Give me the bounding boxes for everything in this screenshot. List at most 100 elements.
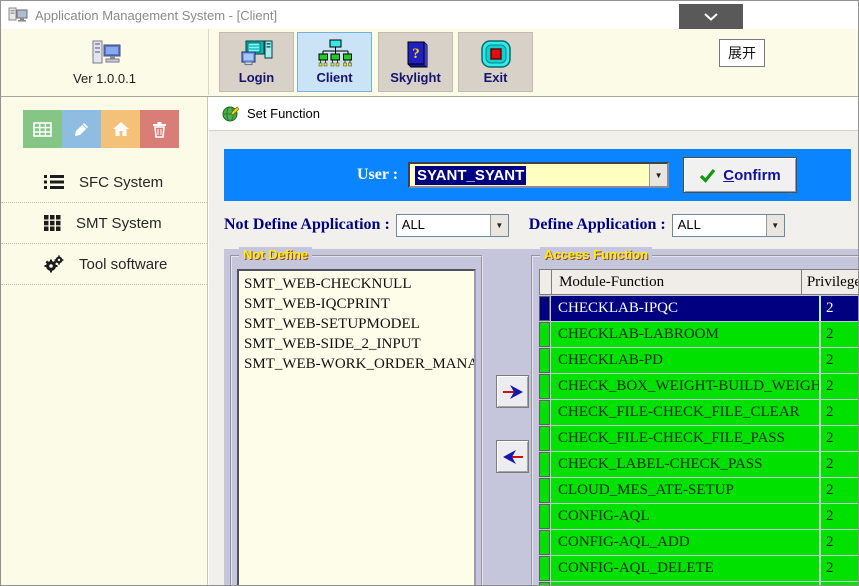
trash-icon xyxy=(152,121,167,138)
not-define-list-item[interactable]: SMT_WEB-IQCPRINT xyxy=(244,294,474,314)
table-row[interactable]: CHECK_FILE-CHECK_FILE_CLEAR 2 xyxy=(539,400,859,425)
row-selector-cell[interactable] xyxy=(539,478,550,503)
collapse-chevron-button[interactable] xyxy=(679,4,743,29)
privilege-cell[interactable]: 2 xyxy=(821,322,859,347)
define-application-combobox[interactable]: ALL ▼ xyxy=(672,214,785,237)
row-selector-cell[interactable] xyxy=(539,426,550,451)
access-function-grid: Module-Function Privilege CHECKLAB-IPQC … xyxy=(539,269,859,586)
sidebar-item-smt-system[interactable]: SMT System xyxy=(1,203,207,244)
table-row[interactable]: CONFIG-AQL 2 xyxy=(539,504,859,529)
gears-icon xyxy=(44,255,64,273)
not-define-listbox[interactable]: SMT_WEB-CHECKNULL SMT_WEB-IQCPRINT SMT_W… xyxy=(237,269,476,586)
home-action-button[interactable] xyxy=(101,110,140,148)
privilege-cell[interactable]: 2 xyxy=(821,556,859,581)
toolbar-button-label: Exit xyxy=(484,70,508,85)
row-selector-cell[interactable] xyxy=(539,400,550,425)
table-row[interactable]: CLOUD_MES_ATE-SETUP 2 xyxy=(539,478,859,503)
user-combobox[interactable]: SYANT_SYANT ▼ xyxy=(408,162,669,188)
panel-header: Set Function xyxy=(209,97,858,131)
define-application-label: Define Application : xyxy=(529,216,666,234)
privilege-cell[interactable]: 2 xyxy=(821,426,859,451)
privilege-cell[interactable]: 2 xyxy=(821,374,859,399)
module-function-cell[interactable]: CONFIG-AQL xyxy=(551,504,821,529)
module-function-cell[interactable]: CHECKLAB-PD xyxy=(551,348,821,373)
module-function-cell[interactable]: CHECK_BOX_WEIGHT-BUILD_WEIGHT xyxy=(551,374,821,399)
grid-icon xyxy=(33,122,52,137)
toolbar-button-label: Login xyxy=(239,70,274,85)
dropdown-arrow-icon: ▼ xyxy=(655,171,663,180)
not-define-dropdown-button[interactable]: ▼ xyxy=(490,215,508,236)
module-function-cell[interactable]: CLOUD_MES_ATE-SETUP xyxy=(551,478,821,503)
module-function-cell[interactable]: CHECKLAB-LABROOM xyxy=(551,322,821,347)
row-selector-cell[interactable] xyxy=(539,348,550,373)
access-function-groupbox: Access Function Module-Function Privileg… xyxy=(531,255,859,586)
set-function-icon xyxy=(222,105,239,122)
table-row[interactable]: CONFIG-AQL_ADD 2 xyxy=(539,530,859,555)
sidebar-item-tool-software[interactable]: Tool software xyxy=(1,244,207,285)
row-selector-cell[interactable] xyxy=(539,504,550,529)
module-function-column-header[interactable]: Module-Function xyxy=(552,270,802,294)
expand-button[interactable]: 展开 xyxy=(719,39,765,67)
table-row[interactable]: CHECK_LABEL-CHECK_PASS 2 xyxy=(539,452,859,477)
define-application-value: ALL xyxy=(673,215,766,236)
row-selector-cell[interactable] xyxy=(539,296,550,321)
sidebar-item-label: SFC System xyxy=(79,174,163,191)
row-selector-cell[interactable] xyxy=(539,582,550,586)
main-panel: Set Function User : SYANT_SYANT ▼ Confir… xyxy=(209,97,858,585)
table-row[interactable]: CHECKLAB-PD 2 xyxy=(539,348,859,373)
access-function-group-title: Access Function xyxy=(540,247,652,262)
table-row[interactable]: CHECKLAB-IPQC 2 xyxy=(539,296,859,321)
table-row[interactable]: CHECK_BOX_WEIGHT-BUILD_WEIGHT 2 xyxy=(539,374,859,399)
sidebar-item-label: Tool software xyxy=(79,256,167,273)
login-icon xyxy=(240,39,274,69)
module-function-cell[interactable]: CHECKLAB-IPQC xyxy=(551,296,821,321)
module-function-cell[interactable]: CONFIG-AQL_DELETE xyxy=(551,556,821,581)
delete-action-button[interactable] xyxy=(140,110,179,148)
exit-button[interactable]: Exit xyxy=(458,32,533,92)
grid-action-button[interactable] xyxy=(23,110,62,148)
table-row[interactable]: CHECK_FILE-CHECK_FILE_PASS 2 xyxy=(539,426,859,451)
define-dropdown-button[interactable]: ▼ xyxy=(766,215,784,236)
home-icon xyxy=(112,121,130,137)
row-selector-cell[interactable] xyxy=(539,452,550,477)
module-function-cell[interactable]: CHECK_FILE-CHECK_FILE_PASS xyxy=(551,426,821,451)
module-function-cell[interactable]: CHECK_FILE-CHECK_FILE_CLEAR xyxy=(551,400,821,425)
privilege-cell[interactable]: 2 xyxy=(821,530,859,555)
privilege-cell[interactable]: 2 xyxy=(821,478,859,503)
privilege-cell[interactable]: 2 xyxy=(821,582,859,586)
row-selector-cell[interactable] xyxy=(539,530,550,555)
table-row[interactable]: CONFIG-AQL_DELETE 2 xyxy=(539,556,859,581)
user-combobox-dropdown-button[interactable]: ▼ xyxy=(649,164,667,186)
privilege-column-header[interactable]: Privilege xyxy=(802,270,859,294)
module-function-cell[interactable]: CONFIG-AQL_ADD xyxy=(551,530,821,555)
not-define-list-item[interactable]: SMT_WEB-WORK_ORDER_MANAGEMENT xyxy=(244,354,474,374)
module-function-cell[interactable]: CHECK_LABEL-CHECK_PASS xyxy=(551,452,821,477)
check-icon xyxy=(699,168,716,183)
toolbar: Ver 1.0.0.1 Login xyxy=(1,29,858,97)
row-selector-cell[interactable] xyxy=(539,556,550,581)
not-define-application-combobox[interactable]: ALL ▼ xyxy=(396,214,509,237)
privilege-cell[interactable]: 2 xyxy=(821,504,859,529)
confirm-button[interactable]: Confirm xyxy=(683,157,797,193)
client-button[interactable]: Client xyxy=(297,32,372,92)
not-define-list-item[interactable]: SMT_WEB-CHECKNULL xyxy=(244,274,474,294)
move-right-button[interactable] xyxy=(496,375,529,408)
row-selector-cell[interactable] xyxy=(539,374,550,399)
not-define-list-item[interactable]: SMT_WEB-SETUPMODEL xyxy=(244,314,474,334)
sidebar-item-sfc-system[interactable]: SFC System xyxy=(1,162,207,203)
privilege-cell[interactable]: 2 xyxy=(821,400,859,425)
module-function-cell[interactable]: CONFIG-AQL_EDIT xyxy=(551,582,821,586)
login-button[interactable]: Login xyxy=(219,32,294,92)
move-left-button[interactable] xyxy=(496,440,529,473)
privilege-cell[interactable]: 2 xyxy=(821,348,859,373)
list-icon xyxy=(44,174,64,190)
version-block: Ver 1.0.0.1 xyxy=(1,29,209,95)
table-row[interactable]: CONFIG-AQL_EDIT 2 xyxy=(539,582,859,586)
edit-action-button[interactable] xyxy=(62,110,101,148)
skylight-button[interactable]: ? Skylight xyxy=(378,32,453,92)
row-selector-cell[interactable] xyxy=(539,322,550,347)
privilege-cell[interactable]: 2 xyxy=(821,296,859,321)
not-define-list-item[interactable]: SMT_WEB-SIDE_2_INPUT xyxy=(244,334,474,354)
privilege-cell[interactable]: 2 xyxy=(821,452,859,477)
table-row[interactable]: CHECKLAB-LABROOM 2 xyxy=(539,322,859,347)
